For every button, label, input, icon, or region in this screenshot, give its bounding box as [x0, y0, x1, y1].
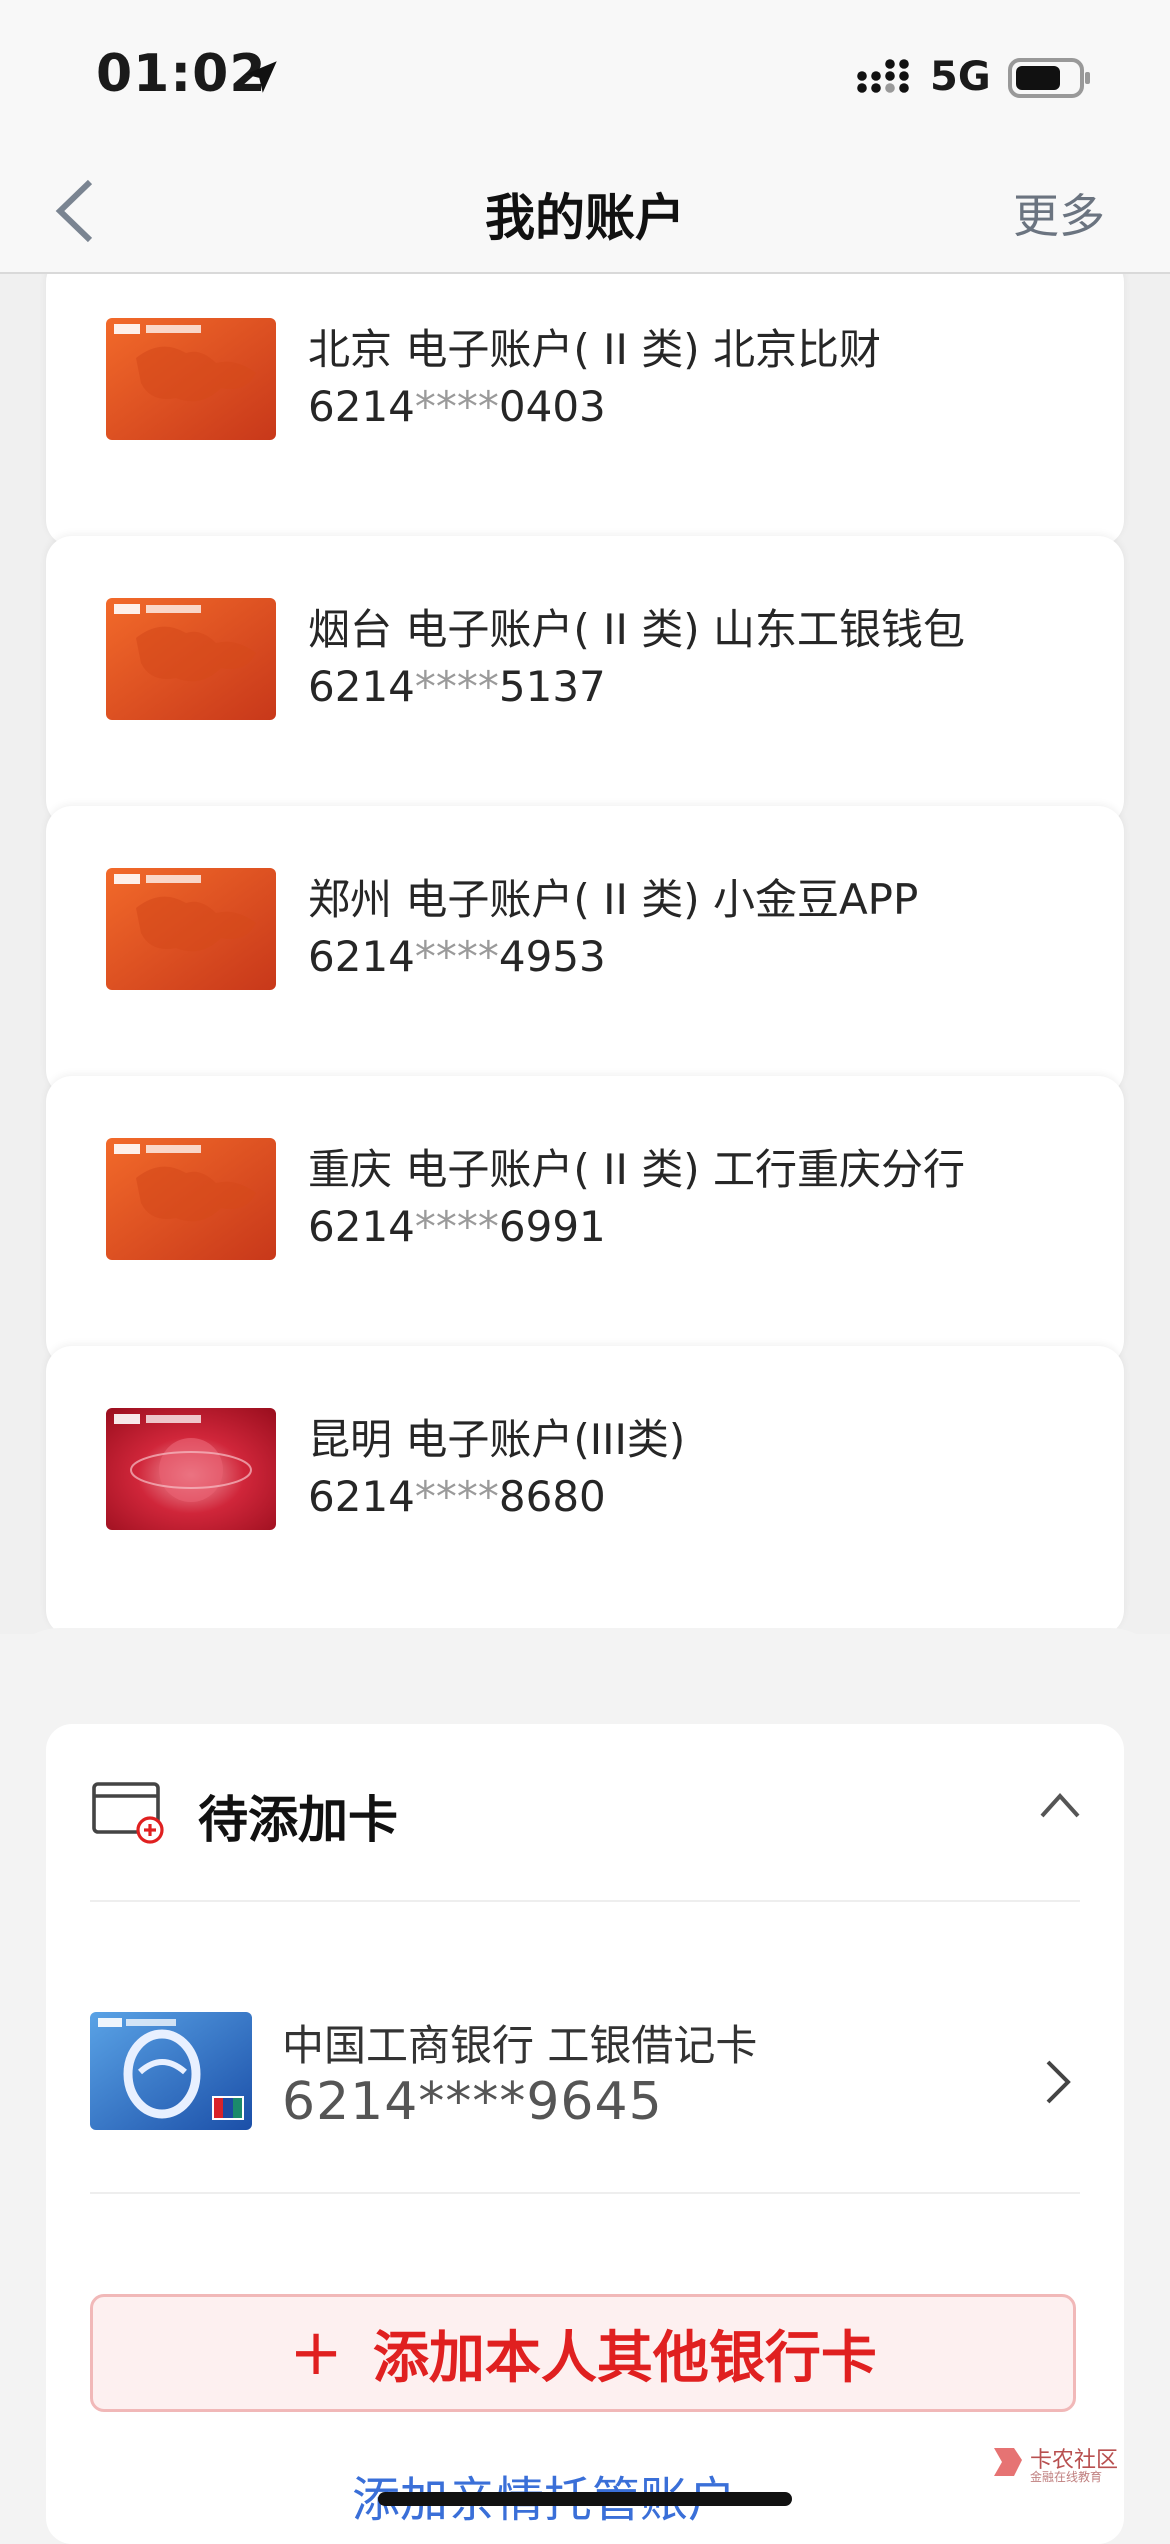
chevron-right-icon [1046, 2060, 1071, 2104]
icbc-card-image [106, 1138, 276, 1260]
page-title: 我的账户 [485, 189, 685, 247]
network-type: 5G [930, 54, 991, 100]
plus-icon: + [289, 2316, 343, 2390]
icbc-debit-card-image [90, 2012, 252, 2130]
icbc-card-image [106, 868, 276, 990]
account-number: 6214****8680 [308, 1472, 606, 1521]
divider [90, 2192, 1080, 2194]
account-title: 郑州 电子账户( II 类) 小金豆APP [308, 875, 919, 924]
pending-card-row[interactable]: 中国工商银行 工银借记卡 6214****9645 [46, 1962, 1124, 2162]
watermark-tagline: 金融在线教育 [1030, 2470, 1103, 2484]
add-own-card-label: 添加本人其他银行卡 [372, 2325, 877, 2391]
add-own-card-button[interactable]: + 添加本人其他银行卡 [90, 2294, 1076, 2412]
account-number: 6214****4953 [308, 932, 606, 981]
home-indicator[interactable] [378, 2492, 792, 2506]
account-card-chongqing[interactable]: 重庆 电子账户( II 类) 工行重庆分行 6214****6991 [46, 1076, 1124, 1366]
account-card-beijing[interactable]: 北京 电子账户( II 类) 北京比财 6214****0403 [46, 274, 1124, 546]
chevron-up-icon[interactable] [1038, 1790, 1082, 1820]
account-title: 烟台 电子账户( II 类) 山东工银钱包 [308, 605, 965, 654]
icbc-card-image [106, 1408, 276, 1530]
pending-title: 待添加卡 [198, 1791, 398, 1849]
signal-icon [857, 59, 909, 93]
pending-card-bank: 中国工商银行 工银借记卡 [282, 2021, 758, 2070]
account-list: 北京 电子账户( II 类) 北京比财 6214****0403 烟台 电子账户… [0, 274, 1170, 1634]
status-bar: 01:02 5G [0, 0, 1170, 150]
account-card-kunming[interactable]: 昆明 电子账户(III类) 6214****8680 [46, 1346, 1124, 1634]
icbc-card-image [106, 318, 276, 440]
divider [90, 1900, 1080, 1902]
account-number: 6214****6991 [308, 1202, 606, 1251]
account-card-yantai[interactable]: 烟台 电子账户( II 类) 山东工银钱包 6214****5137 [46, 536, 1124, 826]
pending-card-number: 6214****9645 [282, 2072, 663, 2132]
account-number: 6214****5137 [308, 662, 606, 711]
add-card-icon [92, 1782, 164, 1844]
account-title: 重庆 电子账户( II 类) 工行重庆分行 [308, 1145, 965, 1194]
account-card-zhengzhou[interactable]: 郑州 电子账户( II 类) 小金豆APP 6214****4953 [46, 806, 1124, 1096]
nav-bar: 我的账户 更多 [0, 150, 1170, 274]
account-title: 北京 电子账户( II 类) 北京比财 [308, 325, 881, 374]
location-arrow-icon [245, 61, 277, 93]
account-number: 6214****0403 [308, 382, 606, 431]
pending-cards-panel: 待添加卡 中国工商银行 工银借记卡 6214****9645 + 添加本人其他银… [46, 1724, 1124, 2544]
battery-icon [1008, 58, 1090, 98]
account-title: 昆明 电子账户(III类) [308, 1415, 686, 1464]
more-button[interactable]: 更多 [1013, 180, 1105, 246]
bottom-sheet: 待添加卡 中国工商银行 工银借记卡 6214****9645 + 添加本人其他银… [0, 1628, 1170, 2544]
icbc-card-image [106, 598, 276, 720]
